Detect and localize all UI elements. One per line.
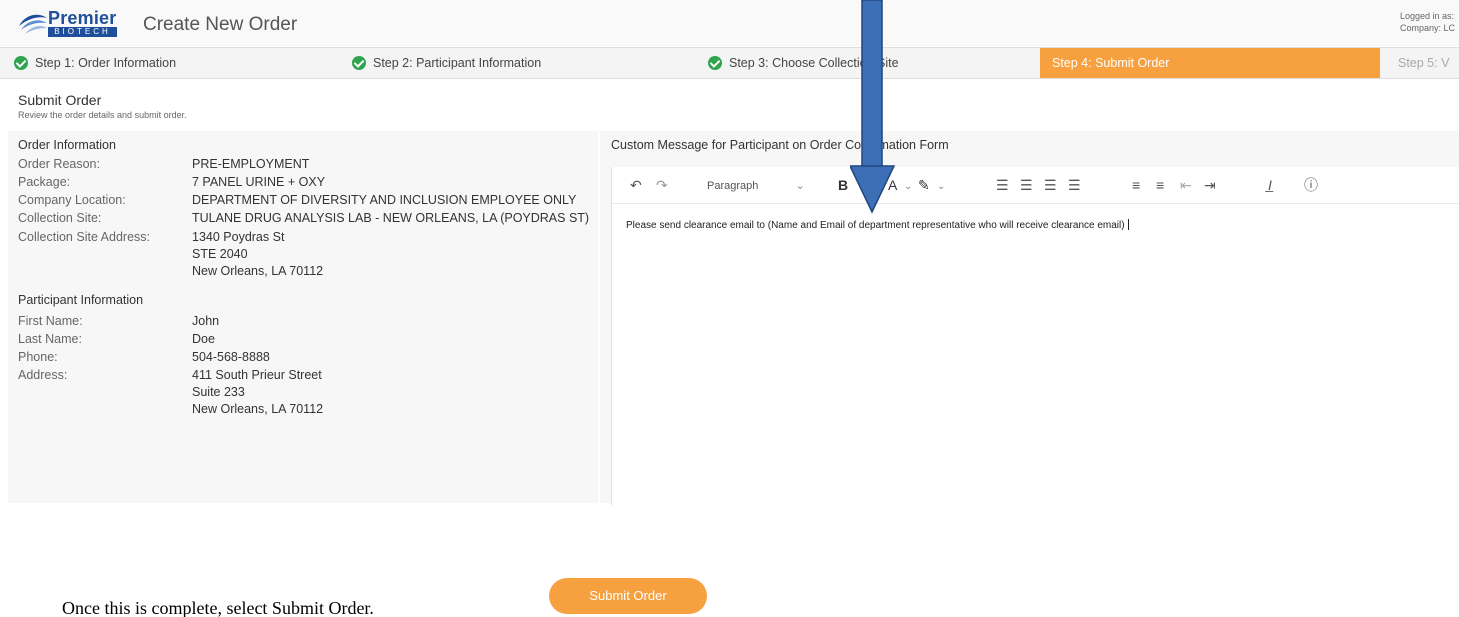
order-reason-value: PRE-EMPLOYMENT	[192, 157, 310, 171]
field-label: Collection Site:	[18, 211, 102, 225]
numbered-list-icon[interactable]: ≡	[1156, 177, 1164, 193]
participant-information-title: Participant Information	[18, 293, 144, 307]
step-label: Step 2: Participant Information	[373, 56, 542, 70]
chevron-down-icon: ⌄	[795, 180, 805, 192]
field-label: Last Name:	[18, 332, 82, 346]
step-4-submit-order[interactable]: Step 4: Submit Order	[1040, 48, 1380, 78]
check-circle-icon	[352, 56, 366, 70]
collection-site-value: TULANE DRUG ANALYSIS LAB - NEW ORLEANS, …	[192, 211, 590, 225]
undo-icon[interactable]: ↶	[630, 177, 642, 193]
editor-content-text: Please send clearance email to (Name and…	[626, 220, 1125, 231]
check-circle-icon	[708, 56, 722, 70]
step-label: Step 4: Submit Order	[1052, 56, 1170, 70]
package-value: 7 PANEL URINE + OXY	[192, 175, 326, 189]
last-name-value: Doe	[192, 332, 215, 346]
order-information-title: Order Information	[18, 138, 116, 152]
field-label: Order Reason:	[18, 157, 100, 171]
collection-address-line3: New Orleans, LA 70112	[192, 264, 324, 278]
collection-address-line2: STE 2040	[192, 247, 248, 261]
annotation-arrow-icon	[850, 0, 896, 214]
app-header: Premier BIOTECH Create New Order Logged …	[0, 0, 1459, 46]
block-format-value: Paragraph	[707, 180, 759, 192]
step-1-order-information[interactable]: Step 1: Order Information	[14, 48, 334, 78]
outdent-icon[interactable]: ⇤	[1180, 177, 1192, 193]
field-label: Package:	[18, 175, 71, 189]
brand-name: Premier	[48, 8, 117, 28]
step-2-participant-information[interactable]: Step 2: Participant Information	[352, 48, 682, 78]
highlight-chevron-icon[interactable]: ⌄	[937, 179, 945, 195]
check-circle-icon	[14, 56, 28, 70]
field-label: First Name:	[18, 314, 83, 328]
company-label: Company: LC	[1400, 23, 1456, 33]
first-name-value: John	[192, 314, 220, 328]
field-label: Company Location:	[18, 193, 126, 207]
align-right-icon[interactable]: ☰	[1044, 177, 1057, 193]
page-title: Create New Order	[143, 14, 298, 35]
text-caret	[1127, 219, 1129, 230]
field-label: Collection Site Address:	[18, 230, 151, 244]
address-line2: Suite 233	[192, 385, 245, 399]
field-label: Address:	[18, 368, 68, 382]
submit-order-heading: Submit Order	[18, 92, 102, 108]
field-label: Phone:	[18, 350, 58, 364]
company-location-value: DEPARTMENT OF DIVERSITY AND INCLUSION EM…	[192, 193, 577, 207]
phone-value: 504-568-8888	[192, 350, 270, 364]
clear-formatting-icon[interactable]: I̲	[1268, 177, 1272, 193]
editor-content[interactable]: Please send clearance email to (Name and…	[626, 219, 1129, 231]
submit-order-subtitle: Review the order details and submit orde…	[18, 110, 187, 120]
highlight-icon[interactable]: ✎	[918, 177, 930, 193]
step-label: Step 5: V	[1398, 56, 1450, 70]
align-center-icon[interactable]: ☰	[1020, 177, 1033, 193]
indent-icon[interactable]: ⇥	[1204, 177, 1216, 193]
font-color-chevron-icon[interactable]: ⌄	[904, 179, 912, 195]
redo-icon[interactable]: ↷	[656, 177, 668, 193]
step-5[interactable]: Step 5: V	[1398, 48, 1459, 78]
address-line1: 411 South Prieur Street	[192, 368, 322, 382]
step-label: Step 1: Order Information	[35, 56, 177, 70]
help-icon[interactable]: ⓘ	[1304, 177, 1318, 193]
collection-address-line1: 1340 Poydras St	[192, 230, 285, 244]
block-format-select[interactable]: Paragraph ⌄	[707, 179, 805, 192]
align-justify-icon[interactable]: ☰	[1068, 177, 1081, 193]
logged-in-label: Logged in as:	[1400, 11, 1455, 21]
order-steps-bar: Step 1: Order Information Step 2: Partic…	[0, 47, 1459, 79]
brand-subtitle: BIOTECH	[48, 27, 117, 37]
editor-toolbar: ↶ ↷ Paragraph ⌄ B I A ⌄ ✎ ⌄ ☰ ☰ ☰ ☰ ≡ ≡ …	[612, 167, 1459, 204]
bold-icon[interactable]: B	[838, 177, 848, 193]
align-left-icon[interactable]: ☰	[996, 177, 1009, 193]
rich-text-editor[interactable]: ↶ ↷ Paragraph ⌄ B I A ⌄ ✎ ⌄ ☰ ☰ ☰ ☰ ≡ ≡ …	[611, 167, 1459, 505]
submit-order-button[interactable]: Submit Order	[549, 578, 707, 614]
bullet-list-icon[interactable]: ≡	[1132, 177, 1140, 193]
address-line3: New Orleans, LA 70112	[192, 402, 324, 416]
instruction-text: Once this is complete, select Submit Ord…	[62, 598, 374, 617]
